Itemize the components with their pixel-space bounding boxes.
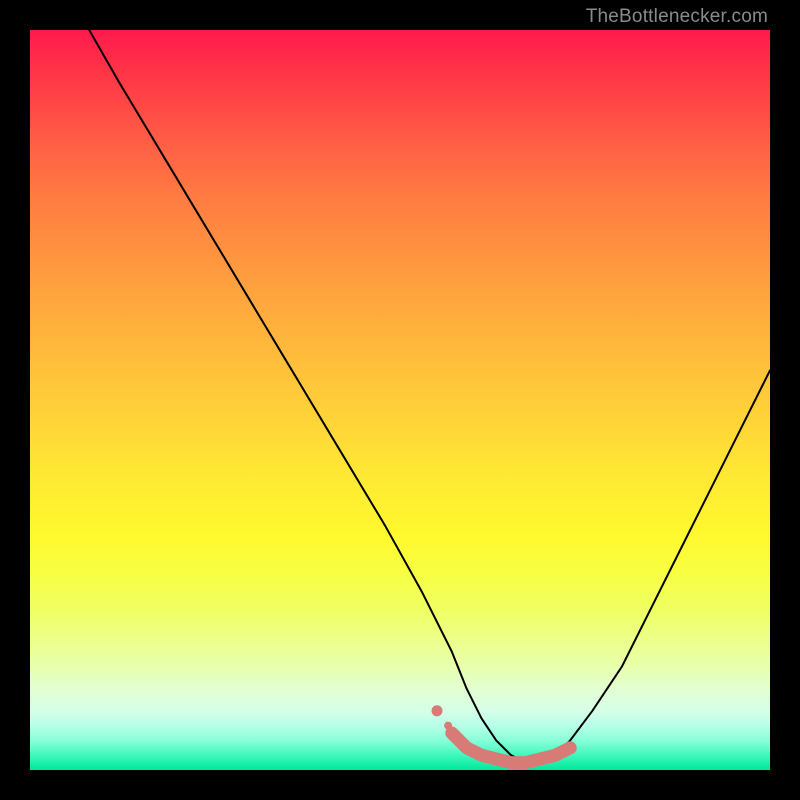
bottleneck-curve: [89, 30, 770, 763]
chart-svg: [30, 30, 770, 770]
attribution-text: TheBottlenecker.com: [586, 6, 768, 28]
highlight-band: [432, 705, 571, 762]
chart-frame: TheBottlenecker.com: [0, 0, 800, 800]
